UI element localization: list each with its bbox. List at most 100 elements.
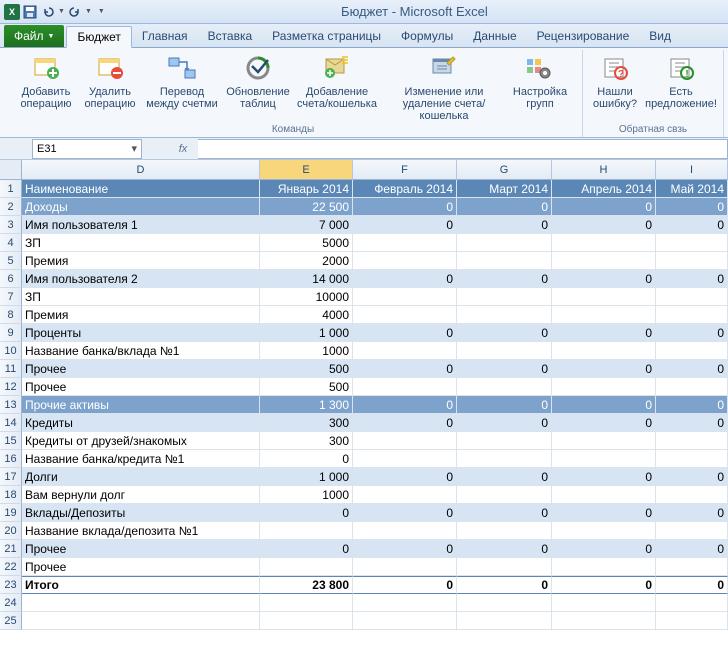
cell-G10[interactable] bbox=[457, 342, 552, 360]
group-settings-button[interactable]: Настройка групп bbox=[508, 50, 572, 122]
cell-F4[interactable] bbox=[353, 234, 457, 252]
cell-G9[interactable]: 0 bbox=[457, 324, 552, 342]
row-header-5[interactable]: 5 bbox=[0, 252, 22, 270]
cell-H14[interactable]: 0 bbox=[552, 414, 656, 432]
row-header-24[interactable]: 24 bbox=[0, 594, 22, 612]
cell-G12[interactable] bbox=[457, 378, 552, 396]
cell-H2[interactable]: 0 bbox=[552, 198, 656, 216]
cell-G8[interactable] bbox=[457, 306, 552, 324]
cell-E6[interactable]: 14 000 bbox=[260, 270, 353, 288]
cell-D7[interactable]: ЗП bbox=[22, 288, 260, 306]
tab-budget[interactable]: Бюджет bbox=[66, 26, 131, 48]
cell-E21[interactable]: 0 bbox=[260, 540, 353, 558]
cell-E25[interactable] bbox=[260, 612, 353, 630]
cell-D18[interactable]: Вам вернули долг bbox=[22, 486, 260, 504]
cell-I19[interactable]: 0 bbox=[656, 504, 728, 522]
cell-F17[interactable]: 0 bbox=[353, 468, 457, 486]
cell-H11[interactable]: 0 bbox=[552, 360, 656, 378]
cell-D17[interactable]: Долги bbox=[22, 468, 260, 486]
cell-F14[interactable]: 0 bbox=[353, 414, 457, 432]
row-header-15[interactable]: 15 bbox=[0, 432, 22, 450]
cell-G25[interactable] bbox=[457, 612, 552, 630]
update-tables-button[interactable]: Обновление таблиц bbox=[222, 50, 294, 122]
cell-H19[interactable]: 0 bbox=[552, 504, 656, 522]
column-header-E[interactable]: E bbox=[260, 160, 353, 180]
cell-E24[interactable] bbox=[260, 594, 353, 612]
cell-F1[interactable]: Февраль 2014 bbox=[353, 180, 457, 198]
cell-I10[interactable] bbox=[656, 342, 728, 360]
cell-D20[interactable]: Название вклада/депозита №1 bbox=[22, 522, 260, 540]
undo-icon[interactable] bbox=[40, 4, 56, 20]
cell-E10[interactable]: 1000 bbox=[260, 342, 353, 360]
cell-H16[interactable] bbox=[552, 450, 656, 468]
cell-I2[interactable]: 0 bbox=[656, 198, 728, 216]
cell-E18[interactable]: 1000 bbox=[260, 486, 353, 504]
cell-I4[interactable] bbox=[656, 234, 728, 252]
cell-F9[interactable]: 0 bbox=[353, 324, 457, 342]
cell-I15[interactable] bbox=[656, 432, 728, 450]
cell-I12[interactable] bbox=[656, 378, 728, 396]
cell-H5[interactable] bbox=[552, 252, 656, 270]
cell-D11[interactable]: Прочее bbox=[22, 360, 260, 378]
cell-I14[interactable]: 0 bbox=[656, 414, 728, 432]
cell-E23[interactable]: 23 800 bbox=[260, 576, 353, 594]
cell-G21[interactable]: 0 bbox=[457, 540, 552, 558]
cell-I5[interactable] bbox=[656, 252, 728, 270]
cell-H20[interactable] bbox=[552, 522, 656, 540]
cell-G17[interactable]: 0 bbox=[457, 468, 552, 486]
cell-D21[interactable]: Прочее bbox=[22, 540, 260, 558]
row-header-10[interactable]: 10 bbox=[0, 342, 22, 360]
row-header-1[interactable]: 1 bbox=[0, 180, 22, 198]
cell-I7[interactable] bbox=[656, 288, 728, 306]
save-icon[interactable] bbox=[22, 4, 38, 20]
cell-D6[interactable]: Имя пользователя 2 bbox=[22, 270, 260, 288]
cell-I16[interactable] bbox=[656, 450, 728, 468]
row-header-23[interactable]: 23 bbox=[0, 576, 22, 594]
select-all-corner[interactable] bbox=[0, 160, 22, 180]
cell-F7[interactable] bbox=[353, 288, 457, 306]
cell-E9[interactable]: 1 000 bbox=[260, 324, 353, 342]
cell-F16[interactable] bbox=[353, 450, 457, 468]
cell-G7[interactable] bbox=[457, 288, 552, 306]
cell-F11[interactable]: 0 bbox=[353, 360, 457, 378]
cell-D1[interactable]: Наименование bbox=[22, 180, 260, 198]
cell-I23[interactable]: 0 bbox=[656, 576, 728, 594]
cell-G3[interactable]: 0 bbox=[457, 216, 552, 234]
cell-D5[interactable]: Премия bbox=[22, 252, 260, 270]
redo-icon[interactable] bbox=[67, 4, 83, 20]
delete-operation-button[interactable]: Удалить операцию bbox=[78, 50, 142, 122]
cell-F2[interactable]: 0 bbox=[353, 198, 457, 216]
cell-E5[interactable]: 2000 bbox=[260, 252, 353, 270]
cell-I8[interactable] bbox=[656, 306, 728, 324]
column-header-D[interactable]: D bbox=[22, 160, 260, 180]
cell-D24[interactable] bbox=[22, 594, 260, 612]
cell-D14[interactable]: Кредиты bbox=[22, 414, 260, 432]
cell-D4[interactable]: ЗП bbox=[22, 234, 260, 252]
cell-F24[interactable] bbox=[353, 594, 457, 612]
cell-D15[interactable]: Кредиты от друзей/знакомых bbox=[22, 432, 260, 450]
cell-E8[interactable]: 4000 bbox=[260, 306, 353, 324]
row-header-22[interactable]: 22 bbox=[0, 558, 22, 576]
cell-H13[interactable]: 0 bbox=[552, 396, 656, 414]
cell-G15[interactable] bbox=[457, 432, 552, 450]
cell-F12[interactable] bbox=[353, 378, 457, 396]
cell-H3[interactable]: 0 bbox=[552, 216, 656, 234]
cell-E22[interactable] bbox=[260, 558, 353, 576]
cell-H9[interactable]: 0 bbox=[552, 324, 656, 342]
cell-D25[interactable] bbox=[22, 612, 260, 630]
cell-D12[interactable]: Прочее bbox=[22, 378, 260, 396]
cell-I13[interactable]: 0 bbox=[656, 396, 728, 414]
cell-E7[interactable]: 10000 bbox=[260, 288, 353, 306]
cell-I3[interactable]: 0 bbox=[656, 216, 728, 234]
column-header-I[interactable]: I bbox=[656, 160, 728, 180]
cell-E3[interactable]: 7 000 bbox=[260, 216, 353, 234]
cell-G11[interactable]: 0 bbox=[457, 360, 552, 378]
cell-D23[interactable]: Итого bbox=[22, 576, 260, 594]
cell-F20[interactable] bbox=[353, 522, 457, 540]
cell-F21[interactable]: 0 bbox=[353, 540, 457, 558]
file-tab[interactable]: Файл▼ bbox=[4, 25, 64, 47]
cell-E2[interactable]: 22 500 bbox=[260, 198, 353, 216]
cell-F6[interactable]: 0 bbox=[353, 270, 457, 288]
row-header-4[interactable]: 4 bbox=[0, 234, 22, 252]
cell-E13[interactable]: 1 300 bbox=[260, 396, 353, 414]
